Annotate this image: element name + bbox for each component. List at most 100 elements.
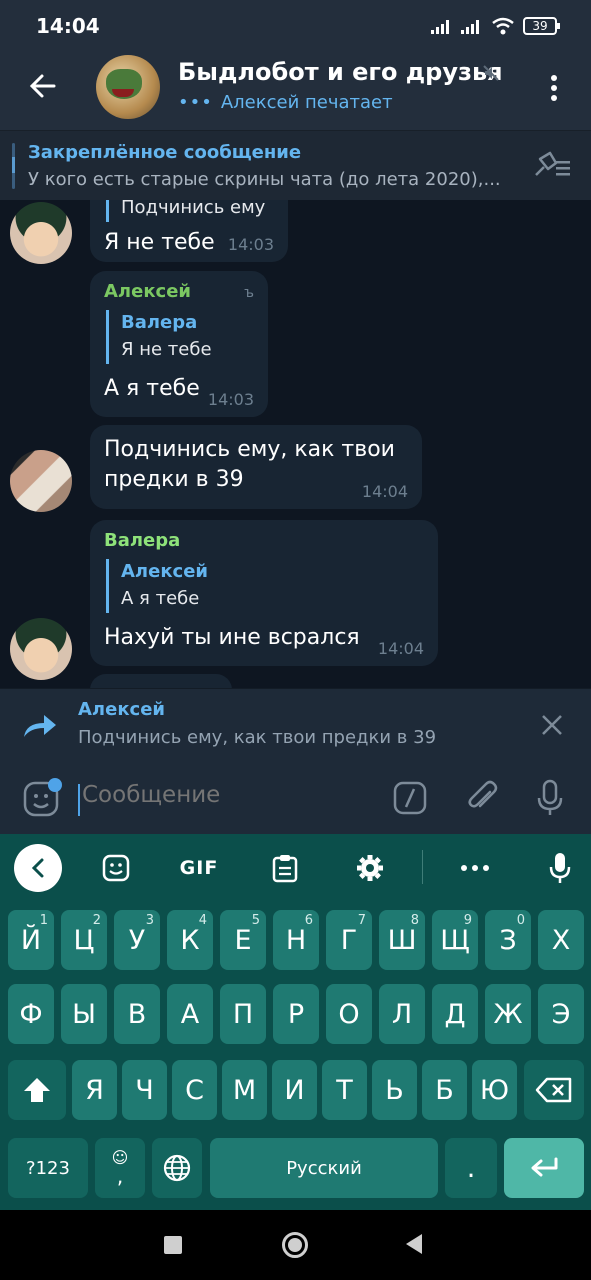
key[interactable]: И	[272, 1060, 317, 1120]
message-input[interactable]	[82, 782, 362, 808]
key[interactable]: Т	[322, 1060, 367, 1120]
reply-panel[interactable]: Алексей Подчинись ему, как твои предки в…	[0, 688, 591, 760]
message-time: 14:04	[361, 482, 408, 501]
key[interactable]: У3	[114, 910, 160, 970]
globe-icon	[163, 1154, 191, 1182]
key[interactable]: Г7	[326, 910, 372, 970]
reply-quote[interactable]: Валера Я не тебе	[106, 310, 254, 364]
reply-arrow-icon	[24, 715, 56, 737]
key[interactable]: Щ9	[432, 910, 478, 970]
key[interactable]: Ы	[61, 984, 107, 1044]
key[interactable]: Ю	[472, 1060, 517, 1120]
period-key[interactable]: .	[445, 1138, 497, 1198]
space-key[interactable]: Русский	[210, 1138, 438, 1198]
gif-button[interactable]: GIF	[176, 852, 222, 884]
chat-header: Быдлобот и его друзья ••• Алексей печата…	[0, 48, 591, 130]
back-triangle-icon[interactable]	[406, 1234, 422, 1254]
key[interactable]: Х	[538, 910, 584, 970]
key[interactable]: Я	[72, 1060, 117, 1120]
symbols-key[interactable]: ?123	[8, 1138, 88, 1198]
pinned-message-bar[interactable]: Закреплённое сообщение У кого есть стары…	[0, 130, 591, 200]
key[interactable]: Р	[273, 984, 319, 1044]
close-icon[interactable]	[540, 713, 564, 737]
pinned-text: У кого есть старые скрины чата (до лета …	[28, 169, 501, 190]
emoji-key[interactable]: ☺ ,	[95, 1138, 145, 1198]
clipboard-icon[interactable]	[270, 852, 300, 884]
key[interactable]: П	[220, 984, 266, 1044]
backspace-key[interactable]	[524, 1060, 584, 1120]
enter-arrow-icon	[531, 1157, 558, 1177]
message-text: Подчинись ему, как твои предки в 39	[104, 437, 395, 492]
comma-label: ,	[116, 1164, 124, 1188]
message-bubble[interactable]: Валера Алексей А я тебе Нахуй ты ине вср…	[90, 520, 438, 666]
key[interactable]: М	[222, 1060, 267, 1120]
message-time: 14:03	[207, 390, 254, 409]
message-bubble[interactable]	[90, 674, 232, 688]
key[interactable]: Н6	[273, 910, 319, 970]
key[interactable]: Ф	[8, 984, 54, 1044]
key[interactable]: Э	[538, 984, 584, 1044]
group-avatar[interactable]	[96, 55, 160, 119]
voice-input-icon[interactable]	[546, 852, 574, 884]
wifi-icon	[492, 17, 514, 35]
key[interactable]: А	[167, 984, 213, 1044]
key[interactable]: Ц2	[61, 910, 107, 970]
microphone-icon[interactable]	[534, 778, 566, 818]
reply-quote[interactable]: Алексей А я тебе	[106, 559, 424, 613]
key[interactable]: О	[326, 984, 372, 1044]
chat-title[interactable]: Быдлобот и его друзья	[178, 58, 503, 86]
key[interactable]: Ь	[372, 1060, 417, 1120]
key[interactable]: Й1	[8, 910, 54, 970]
reply-quote: Подчинись ему	[106, 200, 274, 222]
key[interactable]: В	[114, 984, 160, 1044]
typing-status: ••• Алексей печатает	[178, 92, 393, 113]
messages-list[interactable]: Подчинись ему Я не тебе 14:03 Алексей ъ …	[0, 200, 591, 688]
home-icon[interactable]	[282, 1232, 308, 1258]
message-text: Нахуй ты ине всрался	[104, 625, 360, 650]
backspace-icon	[535, 1077, 572, 1103]
avatar[interactable]	[10, 450, 72, 512]
reply-text: А я тебе	[121, 588, 200, 609]
pin-list-icon[interactable]	[530, 149, 572, 181]
language-key[interactable]	[152, 1138, 202, 1198]
key[interactable]: Ш8	[379, 910, 425, 970]
status-bar: 14:04 39	[0, 0, 591, 48]
edit-mark: ъ	[244, 285, 254, 301]
key[interactable]: С	[172, 1060, 217, 1120]
back-arrow-icon[interactable]	[24, 68, 60, 104]
toolbar-divider	[422, 850, 423, 884]
reply-panel-name: Алексей	[78, 699, 166, 720]
text-cursor	[78, 784, 80, 816]
key[interactable]: З0	[485, 910, 531, 970]
key[interactable]: Б	[422, 1060, 467, 1120]
key[interactable]: Ч	[122, 1060, 167, 1120]
pin-indicator	[12, 143, 15, 189]
more-dots-icon[interactable]	[458, 852, 492, 884]
message-bubble[interactable]: Подчинись ему, как твои предки в 39 14:0…	[90, 425, 422, 509]
key[interactable]: К4	[167, 910, 213, 970]
status-icons: 39	[431, 17, 560, 35]
sender-name[interactable]: Валера	[104, 530, 424, 551]
keyboard-back-button[interactable]	[14, 844, 62, 892]
reply-panel-text: Подчинись ему, как твои предки в 39	[78, 727, 437, 748]
avatar[interactable]	[10, 202, 72, 264]
key[interactable]: Д	[432, 984, 478, 1044]
more-menu-icon[interactable]	[544, 72, 564, 104]
sticker-icon[interactable]	[100, 852, 132, 884]
message-bubble[interactable]: Алексей ъ Валера Я не тебе А я тебе 14:0…	[90, 271, 268, 417]
recents-icon[interactable]	[164, 1236, 182, 1254]
shift-key[interactable]	[8, 1060, 66, 1120]
key[interactable]: Е5	[220, 910, 266, 970]
message-bubble[interactable]: Подчинись ему Я не тебе 14:03	[90, 200, 288, 262]
enter-key[interactable]	[504, 1138, 584, 1198]
mute-icon	[483, 65, 499, 81]
avatar[interactable]	[10, 618, 72, 680]
settings-gear-icon[interactable]	[354, 852, 386, 884]
notification-dot	[48, 778, 62, 792]
sender-name[interactable]: Алексей	[104, 281, 254, 302]
key[interactable]: Л	[379, 984, 425, 1044]
signal-icon-2	[461, 20, 479, 34]
key[interactable]: Ж	[485, 984, 531, 1044]
attach-icon[interactable]	[464, 778, 500, 818]
bot-command-icon[interactable]	[392, 780, 428, 816]
